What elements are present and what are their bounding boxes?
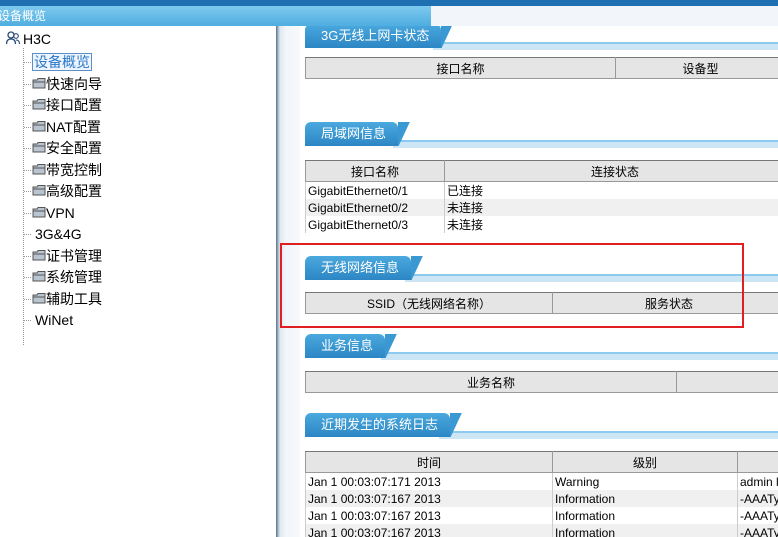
sidebar-item-label: 证书管理 <box>46 248 102 264</box>
table-lan: 接口名称 连接状态 GigabitEthernet0/1 已连接 Gigabit… <box>305 160 778 233</box>
user-group-icon <box>6 31 20 45</box>
table-row: Jan 1 00:03:07:167 2013 Information -AAA… <box>305 507 778 524</box>
section-title: 局域网信息 <box>305 122 411 146</box>
table-cell: -AAATyp <box>737 524 778 537</box>
table-cell: -AAATyp <box>737 507 778 524</box>
sidebar-item-label: 接口配置 <box>46 97 102 113</box>
section-title: 近期发生的系统日志 <box>305 413 463 437</box>
column-header: 级别 <box>552 451 738 473</box>
table-cell: Information <box>552 507 738 524</box>
table-cell: Jan 1 00:03:07:167 2013 <box>305 507 553 524</box>
sidebar-item-label: 设备概览 <box>32 53 92 71</box>
table-cell: GigabitEthernet0/1 <box>305 181 445 199</box>
table-cell: Information <box>552 524 738 537</box>
column-header: 业务名称 <box>305 371 677 393</box>
table-row: Jan 1 00:03:07:167 2013 Information -AAA… <box>305 490 778 507</box>
folder-icon <box>32 99 46 110</box>
column-header: 接口名称 <box>305 160 445 182</box>
table-row: GigabitEthernet0/1 已连接 <box>305 181 778 199</box>
sidebar-item-label: 3G&4G <box>35 226 82 242</box>
sidebar-item-label: 高级配置 <box>46 183 102 199</box>
title-bar-rest <box>431 6 778 27</box>
column-header: 时间 <box>305 451 553 473</box>
table-cell: GigabitEthernet0/2 <box>305 199 445 216</box>
table-syslog: 时间 级别 Jan 1 00:03:07:171 2013 Warning ad… <box>305 451 778 537</box>
table-row: Jan 1 00:03:07:171 2013 Warning admin l <box>305 472 778 490</box>
table-cell: Jan 1 00:03:07:171 2013 <box>305 472 553 490</box>
table-cell: 未连接 <box>444 216 778 233</box>
column-header: 连接状态 <box>444 160 778 182</box>
column-header: 设备型 <box>615 57 778 79</box>
folder-icon <box>32 293 46 304</box>
table-cell: admin l <box>737 472 778 490</box>
window-title: 设备概览 <box>0 9 47 23</box>
table-cell: GigabitEthernet0/3 <box>305 216 445 233</box>
table-cell: Jan 1 00:03:07:167 2013 <box>305 524 553 537</box>
folder-icon <box>32 185 46 196</box>
table-service: 业务名称 <box>305 371 778 393</box>
sidebar-item-label: 带宽控制 <box>46 162 102 178</box>
folder-icon <box>32 207 46 218</box>
highlight-annotation-box <box>280 243 744 328</box>
folder-icon <box>32 78 46 89</box>
sidebar-item-label: NAT配置 <box>46 119 101 135</box>
tree-root[interactable]: H3C <box>6 29 51 49</box>
table-cell: Information <box>552 490 738 507</box>
sidebar-item-label: 辅助工具 <box>46 291 102 307</box>
section-title: 3G无线上网卡状态 <box>305 26 454 48</box>
table-row: Jan 1 00:03:07:167 2013 Information -AAA… <box>305 524 778 537</box>
table-row: GigabitEthernet0/3 未连接 <box>305 216 778 233</box>
table-cell: -AAATyp <box>737 490 778 507</box>
column-header <box>676 371 778 393</box>
table-cell: 已连接 <box>444 181 778 199</box>
table-3g: 接口名称 设备型 <box>305 57 778 79</box>
table-cell: Warning <box>552 472 738 490</box>
table-row: GigabitEthernet0/2 未连接 <box>305 199 778 216</box>
sidebar-item-label: 系统管理 <box>46 269 102 285</box>
tree-root-label: H3C <box>23 31 52 47</box>
sidebar-item-label: 安全配置 <box>46 140 102 156</box>
folder-icon <box>32 121 46 132</box>
table-cell: 未连接 <box>444 199 778 216</box>
window-title-tab: 设备概览 <box>0 6 431 26</box>
table-cell: Jan 1 00:03:07:167 2013 <box>305 490 553 507</box>
tree-connector <box>23 48 24 345</box>
folder-icon <box>32 142 46 153</box>
folder-icon <box>32 250 46 261</box>
sidebar-item-label: WiNet <box>35 312 74 328</box>
folder-icon <box>32 164 46 175</box>
sidebar-item-label: VPN <box>46 205 75 221</box>
sidebar-item-label: 快速向导 <box>46 76 102 92</box>
section-title: 业务信息 <box>305 334 398 358</box>
column-header: 接口名称 <box>305 57 616 79</box>
folder-icon <box>32 271 46 282</box>
sidebar-nav-tree: H3C 设备概览 快速向导 接口配置 NAT配置 安全配置 带宽控制 高级配置 … <box>0 26 276 537</box>
column-header <box>737 451 778 473</box>
